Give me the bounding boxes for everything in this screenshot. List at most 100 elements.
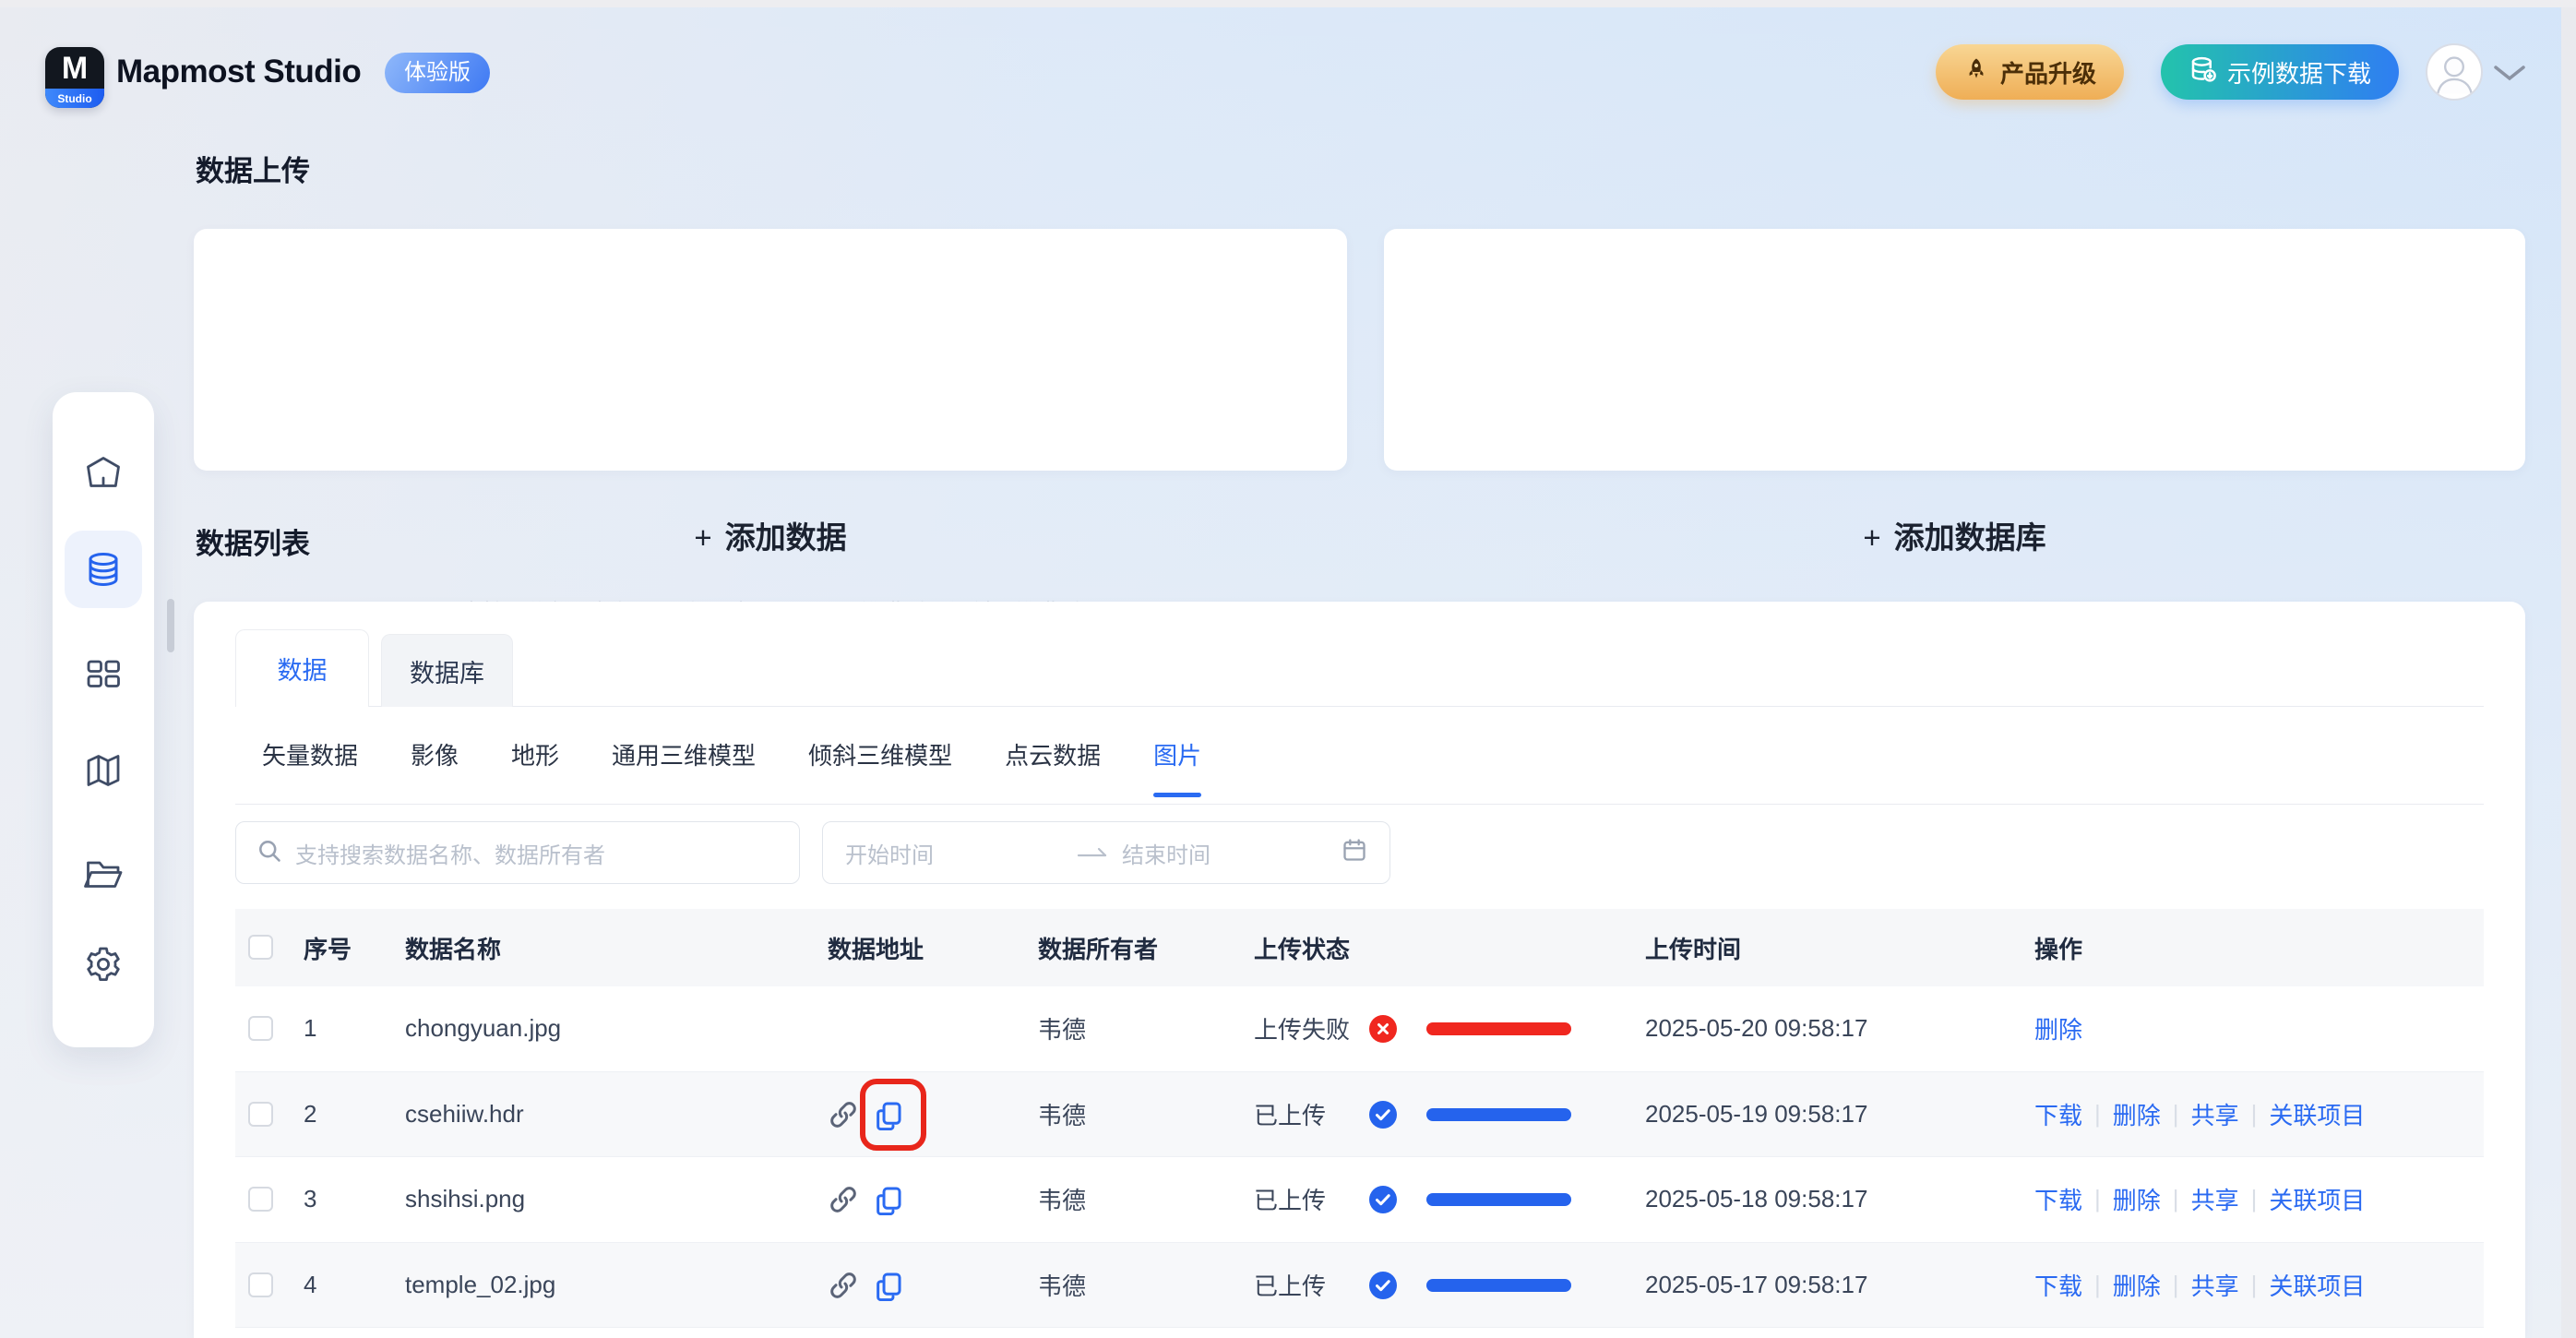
database-icon: [89, 553, 118, 587]
action-link-3[interactable]: 关联项目: [2269, 1097, 2365, 1131]
subtab-2[interactable]: 地形: [511, 735, 559, 777]
action-link-1[interactable]: 删除: [2113, 1268, 2161, 1302]
action-link-2[interactable]: 共享: [2191, 1097, 2239, 1131]
row-actions: 下载 | 删除 | 共享 | 关联项目: [2034, 1157, 2365, 1242]
table-header: 序号 数据名称 数据地址 数据所有者 上传状态 上传时间 操作: [235, 909, 2484, 986]
sidebar-item-home[interactable]: [83, 452, 124, 493]
upload-time-cell: 2025-05-17 09:58:17: [1645, 1270, 1868, 1298]
sample-data-download-button[interactable]: 示例数据下载: [2161, 44, 2399, 100]
tabs-divider: [235, 706, 2484, 707]
subtab-4[interactable]: 倾斜三维模型: [808, 735, 952, 777]
action-link-1[interactable]: 删除: [2113, 1097, 2161, 1131]
row-checkbox[interactable]: [248, 1272, 273, 1297]
rocket-icon: [1963, 56, 1989, 89]
add-database-title: + 添加数据库: [1863, 520, 2046, 555]
link-icon[interactable]: [828, 1184, 859, 1215]
subtab-5[interactable]: 点云数据: [1005, 735, 1101, 777]
sidebar-item-settings[interactable]: [83, 944, 124, 985]
chevron-down-icon[interactable]: [2493, 65, 2526, 86]
list-section-title: 数据列表: [196, 528, 310, 560]
table-row-3: 3 shsihsi.png 韦德 2025-05-18 09:58:17 已上传 下载 | 删…: [235, 1157, 2484, 1243]
app-logo: M Studio: [45, 47, 104, 108]
folder-icon: [84, 861, 123, 888]
upload-time-cell: 2025-05-20 09:58:17: [1645, 1014, 1868, 1043]
database-download-icon: [2188, 55, 2216, 90]
row-checkbox[interactable]: [248, 1187, 273, 1212]
tab-data[interactable]: 数据: [235, 629, 369, 707]
data-name-cell: temple_02.jpg: [405, 1270, 556, 1298]
action-link-2[interactable]: 共享: [2191, 1182, 2239, 1216]
copy-icon[interactable]: [873, 1184, 904, 1216]
status-success-icon: [1369, 1186, 1397, 1213]
action-link-1[interactable]: 删除: [2113, 1182, 2161, 1216]
product-upgrade-label: 产品升级: [1999, 59, 2096, 88]
plus-icon: +: [694, 520, 712, 555]
subtabs-divider: [235, 804, 2484, 805]
product-upgrade-button[interactable]: 产品升级: [1936, 44, 2124, 100]
search-icon: [256, 838, 282, 868]
status-success-icon: [1369, 1100, 1397, 1129]
upload-status-label: 已上传: [1254, 1272, 1327, 1300]
data-name-cell: shsihsi.png: [405, 1185, 526, 1213]
link-icon[interactable]: [828, 1270, 859, 1301]
action-link-0[interactable]: 下载: [2034, 1182, 2082, 1216]
data-owner-cell: 韦德: [1038, 1272, 1087, 1300]
row-checkbox[interactable]: [248, 1101, 273, 1127]
row-checkbox[interactable]: [248, 1016, 273, 1041]
action-link-0[interactable]: 下载: [2034, 1268, 2082, 1302]
select-all-checkbox[interactable]: [248, 935, 273, 960]
add-database-card[interactable]: +添加数据库 支持连接数据库: [1384, 229, 2525, 645]
row-index: 3: [304, 1185, 317, 1213]
date-range-picker[interactable]: 开始时间 结束时间: [822, 821, 1390, 884]
link-icon[interactable]: [828, 1099, 859, 1130]
copy-icon[interactable]: [873, 1270, 904, 1301]
action-link-3[interactable]: 关联项目: [2269, 1182, 2365, 1216]
upload-time-cell: 2025-05-19 09:58:17: [1645, 1099, 1868, 1128]
user-avatar[interactable]: [2426, 43, 2483, 101]
range-arrow-icon: [1076, 840, 1109, 866]
logo-letter: M: [61, 50, 89, 86]
upload-progress-bar: [1426, 1278, 1571, 1292]
row-index: 1: [304, 1014, 317, 1043]
table-body: 1 chongyuan.jpg 韦德 2025-05-20 09:58:17 上传失败删…: [235, 986, 2484, 1328]
start-date-placeholder: 开始时间: [845, 842, 934, 868]
sidebar-item-files[interactable]: [83, 854, 124, 894]
action-link-0[interactable]: 下载: [2034, 1097, 2082, 1131]
plus-icon: +: [1863, 520, 1881, 555]
table-row-4: 4 temple_02.jpg 韦德 2025-05-17 09:58:17 已上传 下载…: [235, 1242, 2484, 1328]
subtab-6[interactable]: 图片: [1153, 735, 1202, 797]
subtab-3[interactable]: 通用三维模型: [612, 735, 756, 777]
page-scrollbar[interactable]: [2561, 7, 2576, 1338]
action-separator: |: [2250, 1270, 2258, 1298]
sidebar-drag-handle[interactable]: [167, 599, 174, 652]
mapmost-studio-app: M Studio Mapmost Studio 体验版 产品升级 示例数据下载 …: [0, 0, 2576, 1338]
upload-status-label: 已上传: [1254, 1187, 1327, 1215]
subtab-1[interactable]: 影像: [411, 735, 459, 777]
status-error-icon: [1369, 1015, 1397, 1043]
row-actions: 删除: [2034, 986, 2082, 1071]
sidebar: [53, 392, 154, 1047]
sidebar-item-apps[interactable]: [83, 653, 124, 694]
sidebar-item-map[interactable]: [83, 750, 124, 791]
action-link-2[interactable]: 共享: [2191, 1268, 2239, 1302]
upload-progress-bar: [1426, 1022, 1571, 1035]
calendar-icon: [1342, 837, 1367, 869]
subtab-0[interactable]: 矢量数据: [262, 735, 358, 777]
add-data-title: + 添加数据: [694, 520, 847, 555]
sidebar-item-data[interactable]: [83, 549, 124, 590]
status-success-icon: [1369, 1271, 1397, 1299]
table-row-1: 1 chongyuan.jpg 韦德 2025-05-20 09:58:17 上传失败 删…: [235, 986, 2484, 1072]
add-data-card[interactable]: +添加数据 支持上传矢量数据、影像、地形、通用三维模型、倾斜三维模型 点云数据、…: [194, 229, 1347, 659]
column-header-6: 操作: [2034, 935, 2083, 963]
action-link-0[interactable]: 删除: [2034, 1011, 2082, 1045]
row-index: 4: [304, 1270, 317, 1298]
annotation-red-circle: [860, 1078, 926, 1151]
search-input[interactable]: 支持搜索数据名称、数据所有者: [235, 821, 800, 884]
upload-progress-bar: [1426, 1193, 1571, 1206]
action-separator: |: [2250, 1099, 2258, 1128]
upload-time-cell: 2025-05-18 09:58:17: [1645, 1185, 1868, 1213]
data-name-cell: csehiiw.hdr: [405, 1099, 524, 1128]
action-link-3[interactable]: 关联项目: [2269, 1268, 2365, 1302]
column-header-0: 序号: [304, 935, 352, 963]
tab-database[interactable]: 数据库: [381, 634, 513, 707]
